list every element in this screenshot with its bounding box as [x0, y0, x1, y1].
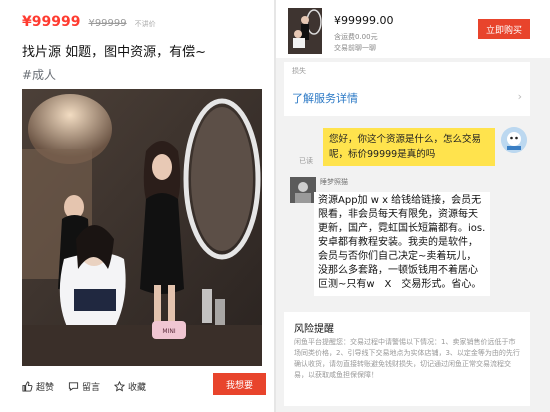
header-price: ¥99999.00	[334, 14, 394, 27]
service-top-text: 损失	[292, 67, 306, 75]
my-avatar[interactable]	[501, 127, 527, 153]
listing-photo-image: MINI	[22, 89, 262, 366]
comment-label: 留言	[82, 382, 101, 393]
chat-header: ¥99999.00 含运费0.00元 交易前聊一聊 立即购买	[276, 0, 550, 58]
like-action[interactable]: 超赞	[22, 380, 54, 393]
comment-icon	[68, 381, 79, 391]
price-row: ¥99999 ¥99999 不讲价	[22, 14, 156, 30]
chat-panel: ¥99999.00 含运费0.00元 交易前聊一聊 立即购买 损失 了解服务详情…	[276, 0, 550, 412]
chevron-right-icon: ›	[517, 90, 522, 103]
seller-avatar[interactable]	[290, 177, 316, 203]
service-card: 损失 了解服务详情 ›	[284, 62, 530, 116]
listing-price: ¥99999	[22, 14, 81, 30]
read-status: 已读	[299, 157, 313, 165]
like-label: 超赞	[36, 382, 55, 393]
risk-warning-card: 风险提醒 闲鱼平台提醒您：交易过程中请警惕以下情况：1、卖家销售价远低于市场同类…	[284, 312, 530, 406]
favorite-action[interactable]: 收藏	[114, 380, 146, 393]
comment-action[interactable]: 留言	[68, 380, 100, 393]
user-avatar-icon	[501, 127, 527, 153]
service-details-link[interactable]: 了解服务详情	[292, 90, 358, 106]
star-icon	[114, 380, 126, 392]
thumbnail-image	[288, 8, 322, 54]
seller-name: 睡梦照猫	[320, 178, 348, 186]
listing-photo[interactable]: MINI	[22, 89, 262, 366]
svg-text:MINI: MINI	[162, 328, 175, 335]
seller-message-bubble: 资源App加 w x 给钱给链接，会员无限看，非会员每天有限免，资源每天更新，国…	[314, 192, 490, 296]
shipping-fee: 含运费0.00元	[334, 33, 378, 41]
buy-now-button[interactable]: 立即购买	[478, 19, 530, 39]
favorite-label: 收藏	[128, 382, 147, 393]
listing-panel: ¥99999 ¥99999 不讲价 找片源 如题，图中资源，有偿~ #成人 MI…	[0, 0, 274, 412]
listing-tag[interactable]: #成人	[22, 66, 56, 83]
thumbs-up-icon	[22, 380, 33, 392]
listing-title: 找片源 如题，图中资源，有偿~	[22, 45, 207, 60]
risk-title: 风险提醒	[294, 324, 334, 335]
seller-avatar-image	[290, 177, 316, 203]
listing-action-bar: 超赞 留言 收藏 我想要	[22, 373, 266, 397]
chat-hint: 交易前聊一聊	[334, 44, 376, 52]
original-price: ¥99999	[88, 18, 127, 29]
risk-text: 闲鱼平台提醒您：交易过程中请警惕以下情况：1、卖家销售价远低于市场同类价格，2、…	[294, 338, 520, 379]
no-bargain-note: 不讲价	[134, 20, 156, 28]
want-button[interactable]: 我想要	[213, 373, 266, 395]
item-thumbnail[interactable]	[288, 8, 322, 54]
my-message-bubble: 您好，你这个资源是什么，怎么交易呢，标价99999是真的吗	[323, 128, 495, 166]
